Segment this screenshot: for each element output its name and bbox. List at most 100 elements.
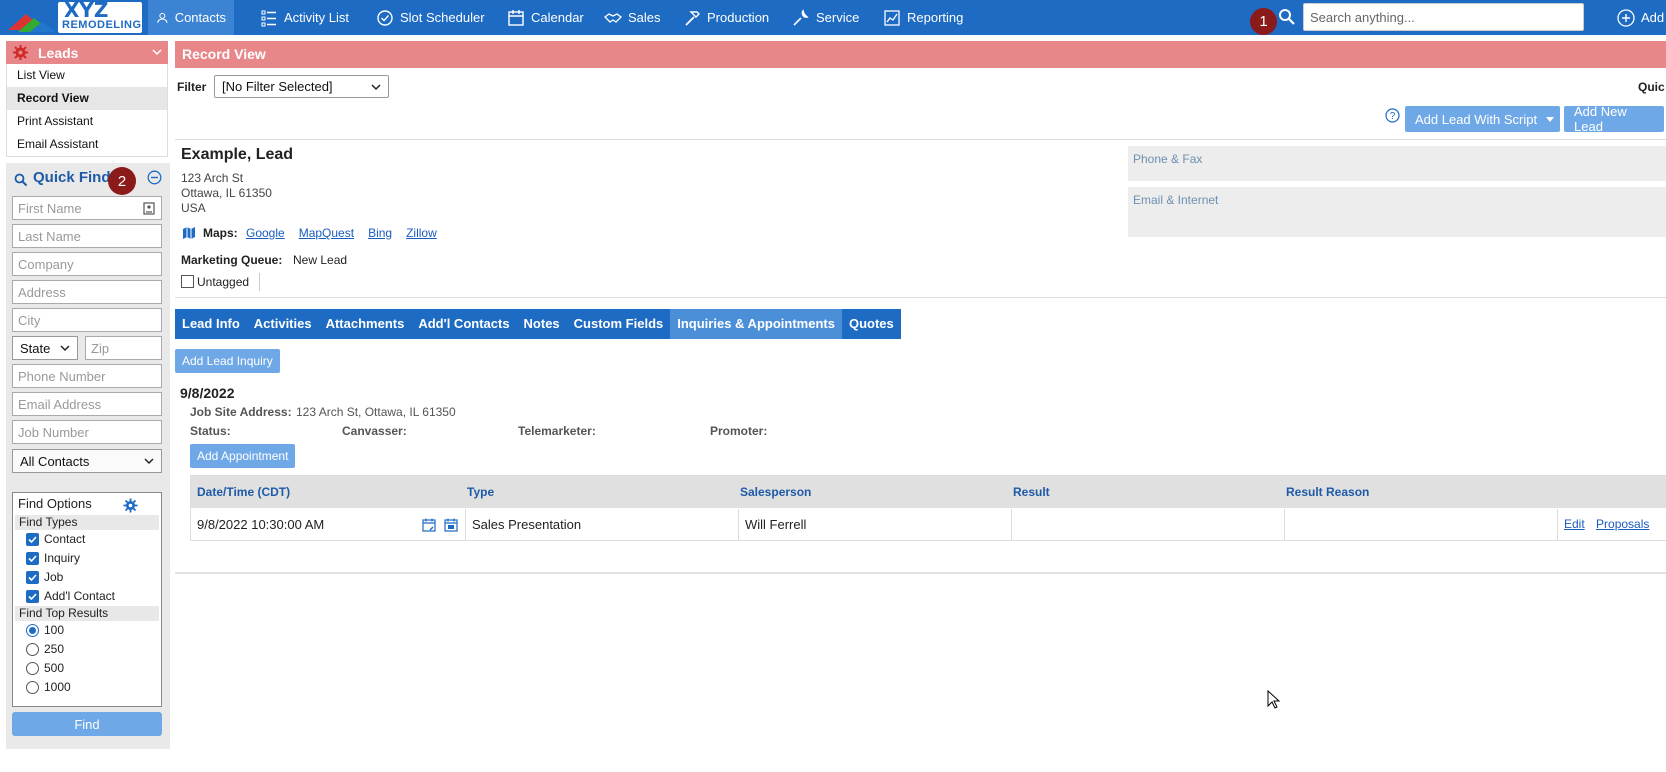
phone-fax-section[interactable]: Phone & Fax bbox=[1128, 146, 1666, 181]
maps-link-mapquest[interactable]: MapQuest bbox=[299, 226, 354, 240]
tab-custom-fields[interactable]: Custom Fields bbox=[567, 309, 671, 339]
leads-menu-list-view[interactable]: List View bbox=[7, 64, 167, 87]
contact-card-icon[interactable] bbox=[143, 202, 155, 215]
chevron-down-icon bbox=[144, 458, 154, 465]
leads-menu-email-assistant[interactable]: Email Assistant bbox=[7, 133, 167, 156]
add-lead-with-script-button[interactable]: Add Lead With Script bbox=[1405, 106, 1560, 132]
lead-country: USA bbox=[181, 201, 206, 215]
global-search-input[interactable] bbox=[1303, 3, 1584, 31]
search-icon[interactable] bbox=[1278, 8, 1296, 26]
filter-select-value: [No Filter Selected] bbox=[222, 79, 333, 94]
step-badge-2: 2 bbox=[108, 167, 136, 195]
last-name-input[interactable] bbox=[12, 224, 162, 248]
record-tabs: Lead Info Activities Attachments Add'l C… bbox=[175, 309, 901, 339]
tab-activities[interactable]: Activities bbox=[247, 309, 319, 339]
company-logo[interactable]: XYZ REMODELING bbox=[4, 0, 144, 35]
email-input[interactable] bbox=[12, 392, 162, 416]
tab-attachments[interactable]: Attachments bbox=[319, 309, 412, 339]
edit-link[interactable]: Edit bbox=[1564, 517, 1585, 531]
tab-notes[interactable]: Notes bbox=[517, 309, 567, 339]
appointments-table: Date/Time (CDT) Type Salesperson Result … bbox=[190, 475, 1666, 541]
find-type-label: Add'l Contact bbox=[44, 589, 115, 603]
nav-label: Activity List bbox=[284, 10, 350, 25]
quick-find-panel: Quick Find 2 State All Contacts Find Opt… bbox=[6, 163, 170, 749]
marketing-queue-label: Marketing Queue: bbox=[181, 253, 283, 267]
nav-calendar[interactable]: Calendar bbox=[499, 0, 592, 35]
top-results-500[interactable]: 500 bbox=[26, 661, 64, 675]
find-type-addl-contact[interactable]: Add'l Contact bbox=[26, 589, 115, 603]
nav-sales[interactable]: Sales bbox=[596, 0, 669, 35]
add-appointment-button[interactable]: Add Appointment bbox=[190, 444, 296, 468]
col-header-result-reason: Result Reason bbox=[1280, 476, 1553, 508]
proposals-link[interactable]: Proposals bbox=[1596, 517, 1649, 531]
collapse-icon[interactable] bbox=[147, 170, 162, 185]
job-number-input[interactable] bbox=[12, 420, 162, 444]
untagged-checkbox[interactable] bbox=[181, 275, 194, 288]
email-internet-section[interactable]: Email & Internet bbox=[1128, 187, 1666, 237]
add-button[interactable]: Add bbox=[1609, 0, 1666, 35]
help-icon[interactable]: ? bbox=[1385, 108, 1400, 123]
top-results-250[interactable]: 250 bbox=[26, 642, 64, 656]
caret-down-icon[interactable] bbox=[1546, 117, 1554, 122]
nav-activity-list[interactable]: Activity List bbox=[252, 0, 357, 35]
find-type-inquiry[interactable]: Inquiry bbox=[26, 551, 80, 565]
add-lead-with-script-label: Add Lead With Script bbox=[1415, 111, 1538, 127]
radio[interactable] bbox=[26, 680, 39, 694]
tab-inquiries-appointments[interactable]: Inquiries & Appointments bbox=[670, 309, 842, 339]
first-name-input[interactable] bbox=[12, 196, 162, 220]
checkbox-checked[interactable] bbox=[26, 532, 39, 546]
nav-service[interactable]: Service bbox=[784, 0, 867, 35]
tab-addl-contacts[interactable]: Add'l Contacts bbox=[411, 309, 516, 339]
radio[interactable] bbox=[26, 661, 39, 675]
find-type-contact[interactable]: Contact bbox=[26, 532, 85, 546]
job-site-value: 123 Arch St, Ottawa, IL 61350 bbox=[296, 405, 456, 419]
city-input[interactable] bbox=[12, 308, 162, 332]
nav-production[interactable]: Production bbox=[675, 0, 777, 35]
address-input[interactable] bbox=[12, 280, 162, 304]
company-input[interactable] bbox=[12, 252, 162, 276]
calendar-edit-icon[interactable] bbox=[422, 518, 436, 532]
radio[interactable] bbox=[26, 642, 39, 656]
tab-lead-info[interactable]: Lead Info bbox=[175, 309, 247, 339]
contacts-filter-select[interactable]: All Contacts bbox=[12, 449, 162, 473]
add-new-lead-button[interactable]: Add New Lead bbox=[1564, 104, 1664, 134]
nav-slot-scheduler[interactable]: Slot Scheduler bbox=[368, 0, 493, 35]
checkbox-checked[interactable] bbox=[26, 551, 39, 565]
leads-panel-header[interactable]: Leads bbox=[6, 41, 168, 64]
top-results-100[interactable]: 100 bbox=[26, 623, 64, 637]
radio-selected[interactable] bbox=[26, 623, 39, 637]
mouse-cursor-icon bbox=[1267, 690, 1281, 709]
job-site-label: Job Site Address: bbox=[190, 405, 292, 419]
find-button[interactable]: Find bbox=[12, 712, 162, 736]
chevron-down-icon bbox=[152, 49, 162, 56]
filter-select[interactable]: [No Filter Selected] bbox=[214, 75, 389, 98]
maps-link-zillow[interactable]: Zillow bbox=[406, 226, 437, 240]
maps-link-google[interactable]: Google bbox=[246, 226, 285, 240]
check-circle-icon bbox=[377, 9, 393, 26]
nav-reporting[interactable]: Reporting bbox=[875, 0, 971, 35]
tab-quotes[interactable]: Quotes bbox=[842, 309, 901, 339]
filter-label: Filter bbox=[177, 80, 207, 94]
checkbox-checked[interactable] bbox=[26, 589, 39, 603]
canvasser-label: Canvasser: bbox=[342, 424, 407, 438]
nav-contacts[interactable]: Contacts bbox=[148, 0, 234, 35]
state-select[interactable]: State bbox=[12, 336, 78, 360]
phone-input[interactable] bbox=[12, 364, 162, 388]
top-results-label: 500 bbox=[44, 661, 65, 675]
nav-label: Reporting bbox=[907, 10, 964, 25]
find-type-job[interactable]: Job bbox=[26, 570, 63, 584]
search-icon bbox=[14, 173, 28, 187]
checkbox-checked[interactable] bbox=[26, 570, 39, 584]
top-results-1000[interactable]: 1000 bbox=[26, 680, 71, 694]
settings-gear-icon[interactable] bbox=[123, 498, 138, 513]
top-navbar: XYZ REMODELING Contacts Activity List Sl… bbox=[0, 0, 1666, 35]
zip-input[interactable] bbox=[85, 336, 162, 360]
cell-actions: Edit Proposals bbox=[1558, 509, 1666, 540]
calendar-icon[interactable] bbox=[444, 518, 458, 532]
person-icon bbox=[157, 12, 168, 23]
plus-circle-icon bbox=[1617, 8, 1635, 27]
add-lead-inquiry-button[interactable]: Add Lead Inquiry bbox=[175, 349, 280, 373]
leads-menu-print-assistant[interactable]: Print Assistant bbox=[7, 110, 167, 133]
maps-link-bing[interactable]: Bing bbox=[368, 226, 392, 240]
leads-menu-record-view[interactable]: Record View bbox=[7, 87, 167, 110]
